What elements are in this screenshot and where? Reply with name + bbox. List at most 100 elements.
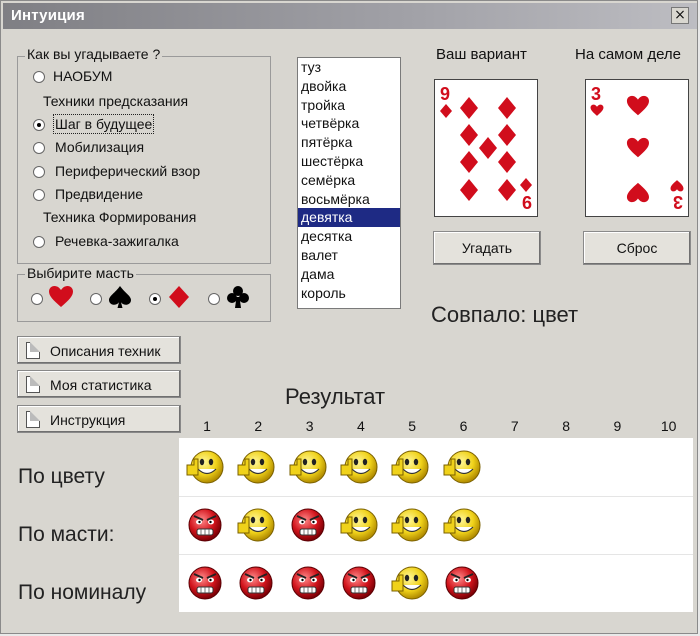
- radio-mobilization-label[interactable]: Мобилизация: [55, 139, 144, 155]
- angry-smiley-icon: [188, 566, 222, 600]
- club-icon: [227, 286, 249, 308]
- radio-naobum[interactable]: [33, 71, 45, 83]
- thumbs-up-smiley-icon: [391, 450, 429, 484]
- radio-naobum-label[interactable]: НАОБУМ: [53, 68, 112, 84]
- title-bar: Интуиция ×: [3, 3, 697, 29]
- my-statistics-button[interactable]: Моя статистика: [17, 370, 181, 398]
- formation-technique-header: Техника Формирования: [43, 209, 197, 225]
- heart-icon: [49, 286, 73, 307]
- diamond-pip: [498, 124, 516, 146]
- rank-listbox[interactable]: туз двойка тройка четвёрка пятёрка шестёрка се…: [297, 57, 401, 309]
- angry-smiley-icon: [188, 508, 222, 542]
- my-statistics-label: Моя статистика: [50, 377, 152, 393]
- spade-icon: [109, 286, 131, 308]
- radio-step-future[interactable]: [33, 119, 45, 131]
- results-column-number: 10: [660, 418, 677, 434]
- heart-pip: [626, 182, 649, 203]
- guess-button-label: Угадать: [461, 240, 513, 256]
- thumbs-up-smiley-icon: [237, 450, 275, 484]
- radio-mobilization[interactable]: [33, 142, 45, 154]
- rank-list-item[interactable]: дама: [298, 265, 400, 284]
- rank-list-item[interactable]: шестёрка: [298, 152, 400, 171]
- instructions-button[interactable]: Инструкция: [17, 405, 181, 433]
- results-column-number: 7: [510, 418, 519, 434]
- diamond-pip: [479, 137, 497, 159]
- rank-list-item[interactable]: четвёрка: [298, 114, 400, 133]
- thumbs-up-smiley-icon: [443, 508, 480, 542]
- thumbs-up-smiley-icon: [391, 508, 429, 542]
- thumbs-up-smiley-icon: [289, 450, 327, 484]
- technique-descriptions-label: Описания техник: [50, 343, 161, 359]
- close-button[interactable]: ×: [671, 7, 689, 24]
- actual-card-label: На самом деле: [575, 46, 682, 63]
- your-card: 9 9: [434, 79, 538, 217]
- diamond-pip: [498, 97, 516, 119]
- reset-button-label: Сброс: [616, 240, 658, 256]
- app-window: Интуиция × Как вы угадываете ? НАОБУМ Те…: [0, 0, 698, 634]
- rank-list-item[interactable]: семёрка: [298, 171, 400, 190]
- document-icon: [26, 411, 40, 428]
- reset-button[interactable]: Сброс: [583, 231, 691, 265]
- angry-smiley-icon: [445, 566, 478, 600]
- rank-list-item[interactable]: туз: [298, 58, 400, 77]
- suit-group-label: Выбирите масть: [25, 265, 136, 281]
- angry-smiley-icon: [291, 566, 325, 600]
- diamond-pip: [460, 124, 478, 146]
- thumbs-up-smiley-icon: [186, 450, 224, 484]
- window-title: Интуиция: [11, 7, 85, 24]
- results-column-number: 9: [613, 418, 622, 434]
- results-column-number: 8: [562, 418, 570, 434]
- radio-suit-clubs[interactable]: [208, 293, 220, 305]
- results-column-number: 5: [408, 418, 417, 434]
- match-status: Совпало: цвет: [431, 302, 579, 327]
- instructions-label: Инструкция: [50, 412, 126, 428]
- results-column-number: 1: [203, 418, 211, 434]
- technique-descriptions-button[interactable]: Описания техник: [17, 336, 181, 364]
- rank-list-item[interactable]: восьмёрка: [298, 190, 400, 209]
- thumbs-up-smiley-icon: [340, 508, 378, 542]
- radio-suit-hearts[interactable]: [31, 293, 43, 305]
- diamond-pip: [460, 151, 478, 173]
- radio-suit-spades[interactable]: [90, 293, 102, 305]
- angry-smiley-icon: [342, 566, 376, 600]
- card-pips: [460, 97, 516, 201]
- rank-list-item[interactable]: девятка: [298, 208, 400, 228]
- rank-list-item[interactable]: десятка: [298, 227, 400, 246]
- results-row-label: По номиналу: [18, 581, 147, 604]
- results-column-number: 3: [305, 418, 314, 434]
- card-pips: [626, 95, 649, 203]
- radio-suit-diamonds[interactable]: [149, 293, 161, 305]
- results-row-label: По масти:: [18, 523, 115, 546]
- prediction-techniques-header: Техники предсказания: [43, 93, 189, 109]
- radio-peripheral[interactable]: [33, 166, 45, 178]
- results-row-label: По цвету: [18, 465, 105, 488]
- results-grid: [179, 438, 693, 612]
- actual-card: 3 3: [585, 79, 689, 217]
- radio-step-future-label[interactable]: Шаг в будущее: [52, 114, 155, 134]
- row-divider: [179, 554, 693, 555]
- radio-speech-igniter[interactable]: [33, 236, 45, 248]
- rank-list-item[interactable]: король: [298, 284, 400, 303]
- rank-list-item[interactable]: пятёрка: [298, 133, 400, 152]
- radio-foresight-label[interactable]: Предвидение: [55, 186, 143, 202]
- thumbs-up-smiley-icon: [340, 450, 378, 484]
- rank-list-item[interactable]: тройка: [298, 96, 400, 115]
- thumbs-up-smiley-icon: [391, 566, 429, 600]
- diamond-pip: [498, 179, 516, 201]
- guess-button[interactable]: Угадать: [433, 231, 541, 265]
- document-icon: [26, 376, 40, 393]
- rank-list-item[interactable]: валет: [298, 246, 400, 265]
- thumbs-up-smiley-icon: [443, 450, 480, 484]
- results-title: Результат: [285, 384, 386, 409]
- heart-pip: [626, 137, 649, 158]
- thumbs-up-smiley-icon: [237, 508, 275, 542]
- row-divider: [179, 496, 693, 497]
- guess-method-label: Как вы угадываете ?: [25, 46, 163, 62]
- radio-speech-igniter-label[interactable]: Речевка-зажигалка: [55, 233, 179, 249]
- radio-peripheral-label[interactable]: Периферический взор: [55, 163, 200, 179]
- radio-foresight[interactable]: [33, 189, 45, 201]
- angry-smiley-icon: [239, 566, 273, 600]
- diamond-pip: [460, 179, 478, 201]
- rank-list-item[interactable]: двойка: [298, 77, 400, 96]
- diamond-pip: [498, 151, 516, 173]
